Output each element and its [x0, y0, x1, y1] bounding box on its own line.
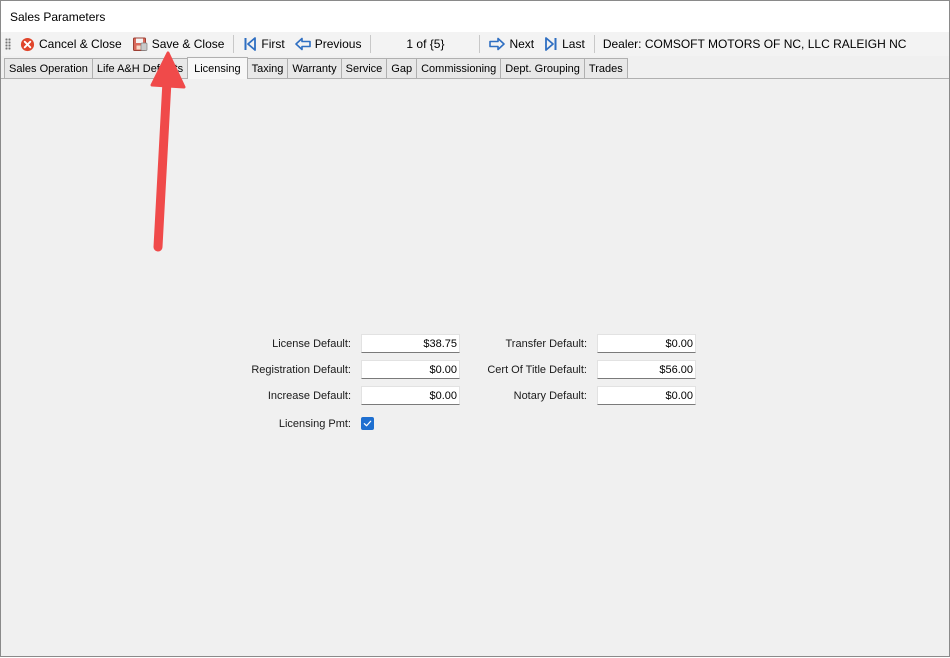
tab-life-ah-defaults[interactable]: Life A&H Defaults	[91, 58, 189, 78]
previous-button[interactable]: Previous	[290, 33, 367, 55]
first-record-icon	[243, 36, 257, 52]
arrow-left-icon	[294, 37, 311, 51]
save-close-button[interactable]: Save & Close	[127, 33, 230, 55]
tab-service[interactable]: Service	[340, 58, 388, 78]
licensing-pmt-label: Licensing Pmt:	[278, 418, 351, 430]
tab-gap[interactable]: Gap	[386, 58, 418, 78]
tab-warranty[interactable]: Warranty	[287, 58, 342, 78]
licensing-panel: License Default: Registration Default: I…	[3, 79, 947, 655]
save-close-label: Save & Close	[151, 37, 225, 51]
registration-default-label: Registration Default:	[251, 364, 351, 376]
previous-label: Previous	[314, 37, 362, 51]
toolbar-separator	[370, 35, 372, 53]
dealer-label: Dealer: COMSOFT MOTORS OF NC, LLC RALEIG…	[602, 37, 907, 51]
first-button[interactable]: First	[238, 33, 289, 55]
notary-default-field[interactable]	[597, 386, 696, 405]
cancel-close-label: Cancel & Close	[39, 37, 122, 51]
tab-commissioning[interactable]: Commissioning	[416, 58, 502, 78]
tab-strip: Sales Operation Life A&H Defaults Licens…	[1, 57, 949, 79]
last-button[interactable]: Last	[539, 33, 590, 55]
first-label: First	[261, 37, 285, 51]
toolbar-separator	[233, 35, 235, 53]
transfer-default-field[interactable]	[597, 334, 696, 353]
last-label: Last	[562, 37, 585, 51]
last-record-icon	[544, 36, 558, 52]
cert-of-title-default-label: Cert Of Title Default:	[487, 364, 587, 376]
tab-sales-operation[interactable]: Sales Operation	[4, 58, 93, 78]
tab-taxing[interactable]: Taxing	[246, 58, 289, 78]
license-default-label: License Default:	[272, 338, 351, 350]
check-icon	[363, 420, 372, 427]
sales-parameters-window: Sales Parameters Cancel & Close Save & C…	[0, 0, 950, 657]
cancel-close-button[interactable]: Cancel & Close	[15, 33, 127, 55]
notary-default-label: Notary Default:	[513, 390, 587, 402]
toolbar-separator	[593, 35, 595, 53]
next-label: Next	[509, 37, 535, 51]
licensing-pmt-checkbox[interactable]	[361, 417, 374, 430]
toolbar: Cancel & Close Save & Close First Previo…	[1, 32, 949, 56]
cert-of-title-default-field[interactable]	[597, 360, 696, 379]
tab-licensing[interactable]: Licensing	[187, 57, 248, 79]
cancel-icon	[20, 37, 35, 52]
next-button[interactable]: Next	[484, 33, 539, 55]
arrow-right-icon	[489, 37, 506, 51]
toolbar-grip[interactable]	[5, 38, 11, 50]
toolbar-separator	[479, 35, 481, 53]
increase-default-label: Increase Default:	[267, 390, 351, 402]
window-title: Sales Parameters	[10, 10, 106, 24]
record-position: 1 of {5}	[406, 37, 445, 51]
tab-trades[interactable]: Trades	[583, 58, 628, 78]
save-disk-icon	[132, 36, 148, 52]
title-bar: Sales Parameters	[1, 1, 949, 32]
transfer-default-label: Transfer Default:	[505, 338, 587, 350]
tab-dept-grouping[interactable]: Dept. Grouping	[500, 58, 585, 78]
